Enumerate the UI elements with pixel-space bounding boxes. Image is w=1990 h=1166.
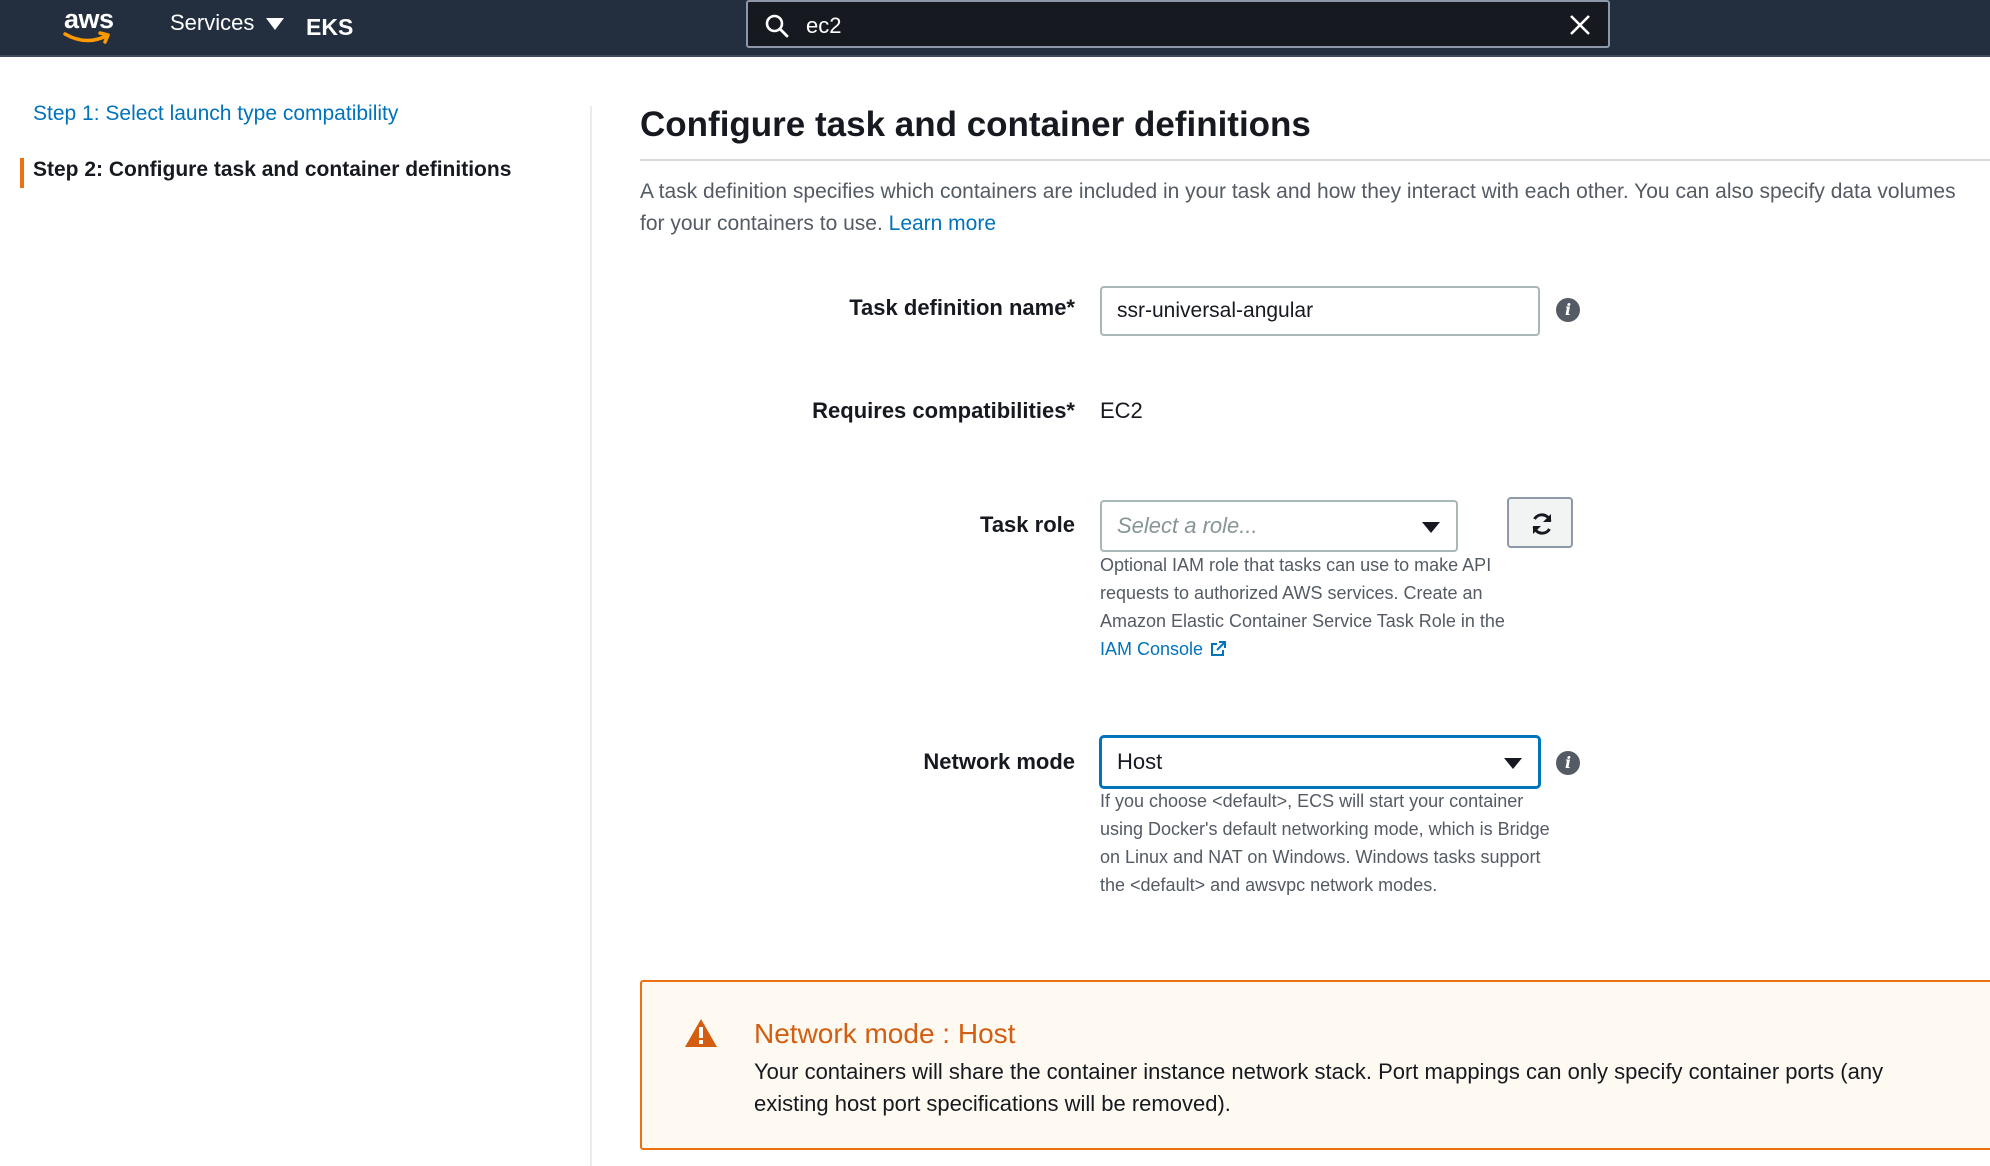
services-menu-button[interactable]: Services [170, 10, 285, 36]
network-mode-select[interactable]: Host [1100, 736, 1540, 788]
sidebar-divider [590, 106, 592, 1166]
title-divider [640, 159, 1990, 161]
chevron-down-icon [1422, 522, 1440, 533]
intro-text: A task definition specifies which contai… [640, 176, 1980, 240]
alert-title: Network mode : Host [754, 1018, 1016, 1049]
refresh-roles-button[interactable] [1507, 497, 1573, 548]
step-2-current: Step 2: Configure task and container def… [33, 158, 512, 181]
alert-body: Your containers will share the container… [754, 1059, 1884, 1116]
services-label: Services [170, 10, 255, 35]
iam-console-link-label: IAM Console [1100, 639, 1204, 659]
requires-compatibilities-label: Requires compatibilities* [812, 398, 1075, 423]
network-mode-label: Network mode [923, 749, 1075, 774]
network-mode-warning-alert: Network mode : Host Your containers will… [640, 980, 1990, 1150]
task-role-help: Optional IAM role that tasks can use to … [1100, 551, 1540, 663]
step-1-link[interactable]: Step 1: Select launch type compatibility [33, 102, 398, 126]
learn-more-link[interactable]: Learn more [889, 212, 996, 235]
network-mode-help: If you choose <default>, ECS will start … [1100, 791, 1550, 895]
refresh-icon [1532, 513, 1552, 535]
task-role-label: Task role [980, 512, 1075, 537]
page-title: Configure task and container definitions [640, 105, 1311, 144]
info-icon[interactable]: i [1556, 298, 1580, 322]
info-icon[interactable]: i [1556, 751, 1580, 775]
caret-down-icon [266, 18, 285, 30]
task-definition-name-input[interactable]: ssr-universal-angular [1100, 286, 1540, 336]
network-mode-value: Host [1117, 749, 1163, 774]
intro-body: A task definition specifies which contai… [640, 180, 1956, 235]
warning-icon [685, 1019, 717, 1047]
active-step-indicator [20, 158, 24, 188]
iam-console-link[interactable]: IAM Console [1100, 635, 1227, 663]
external-link-icon [1211, 641, 1227, 656]
task-role-select[interactable]: Select a role... [1100, 500, 1458, 552]
task-role-help-text: Optional IAM role that tasks can use to … [1100, 555, 1505, 631]
aws-smile-icon [63, 31, 110, 44]
task-definition-name-label: Task definition name* [849, 295, 1075, 320]
main-content: Configure task and container definitions… [640, 0, 1990, 1166]
aws-logo[interactable]: aws [60, 4, 120, 46]
chevron-down-icon [1504, 758, 1522, 769]
task-role-placeholder: Select a role... [1117, 513, 1258, 538]
requires-compatibilities-value: EC2 [1100, 398, 1143, 423]
pinned-service-eks[interactable]: EKS [306, 14, 353, 41]
